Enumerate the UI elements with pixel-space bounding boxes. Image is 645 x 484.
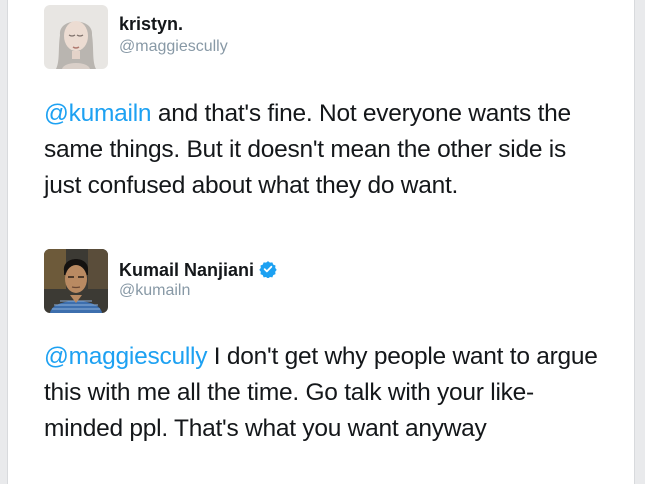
man-portrait-avatar-icon [44,249,108,313]
tweet-text: @maggiescully I don't get why people wan… [44,339,604,447]
tweet-text: @kumailn and that's fine. Not everyone w… [44,96,604,204]
avatar-kristyn[interactable] [44,5,108,69]
grayscale-portrait-avatar-icon [44,5,108,69]
user-handle[interactable]: @kumailn [119,282,190,300]
mention-link[interactable]: @maggiescully [44,343,208,370]
avatar-kumail[interactable] [44,249,108,313]
verified-badge-icon [259,261,277,278]
display-name[interactable]: Kumail Nanjiani [119,260,277,281]
tweet-thread: kristyn. @maggiescully @kumailn and that… [8,0,634,484]
right-page-edge [634,0,635,484]
display-name[interactable]: kristyn. [119,14,183,35]
user-handle[interactable]: @maggiescully [119,38,228,56]
display-name-text: Kumail Nanjiani [119,260,255,280]
mention-link[interactable]: @kumailn [44,100,152,127]
